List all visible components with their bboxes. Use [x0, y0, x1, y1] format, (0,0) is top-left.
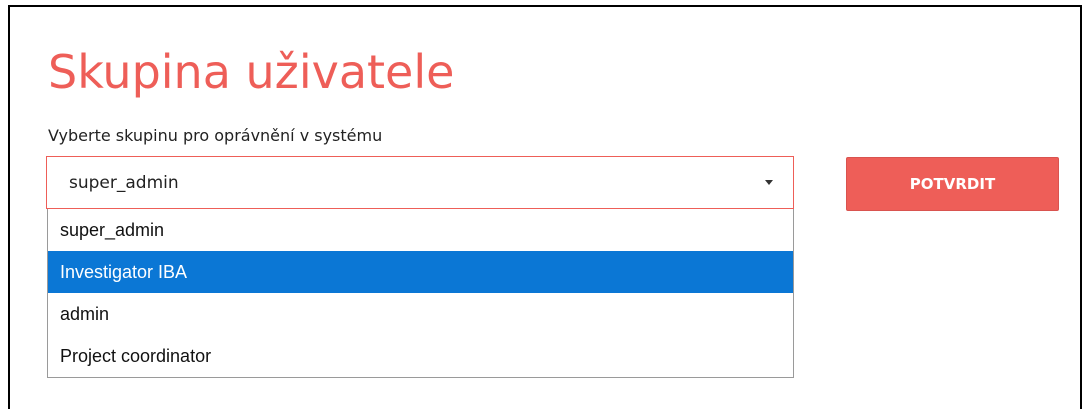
confirm-button[interactable]: POTVRDIT	[846, 157, 1059, 211]
group-option-project-coordinator[interactable]: Project coordinator	[48, 335, 793, 377]
group-select-label: Vyberte skupinu pro oprávnění v systému	[48, 126, 383, 145]
group-option-super-admin[interactable]: super_admin	[48, 209, 793, 251]
page-title: Skupina uživatele	[48, 45, 455, 99]
caret-down-icon	[765, 180, 773, 185]
group-option-investigator-iba[interactable]: Investigator IBA	[48, 251, 793, 293]
group-option-admin[interactable]: admin	[48, 293, 793, 335]
group-select[interactable]: super_admin	[46, 156, 794, 209]
group-select-value: super_admin	[69, 173, 179, 193]
group-dropdown-list: super_admin Investigator IBA admin Proje…	[47, 209, 794, 378]
